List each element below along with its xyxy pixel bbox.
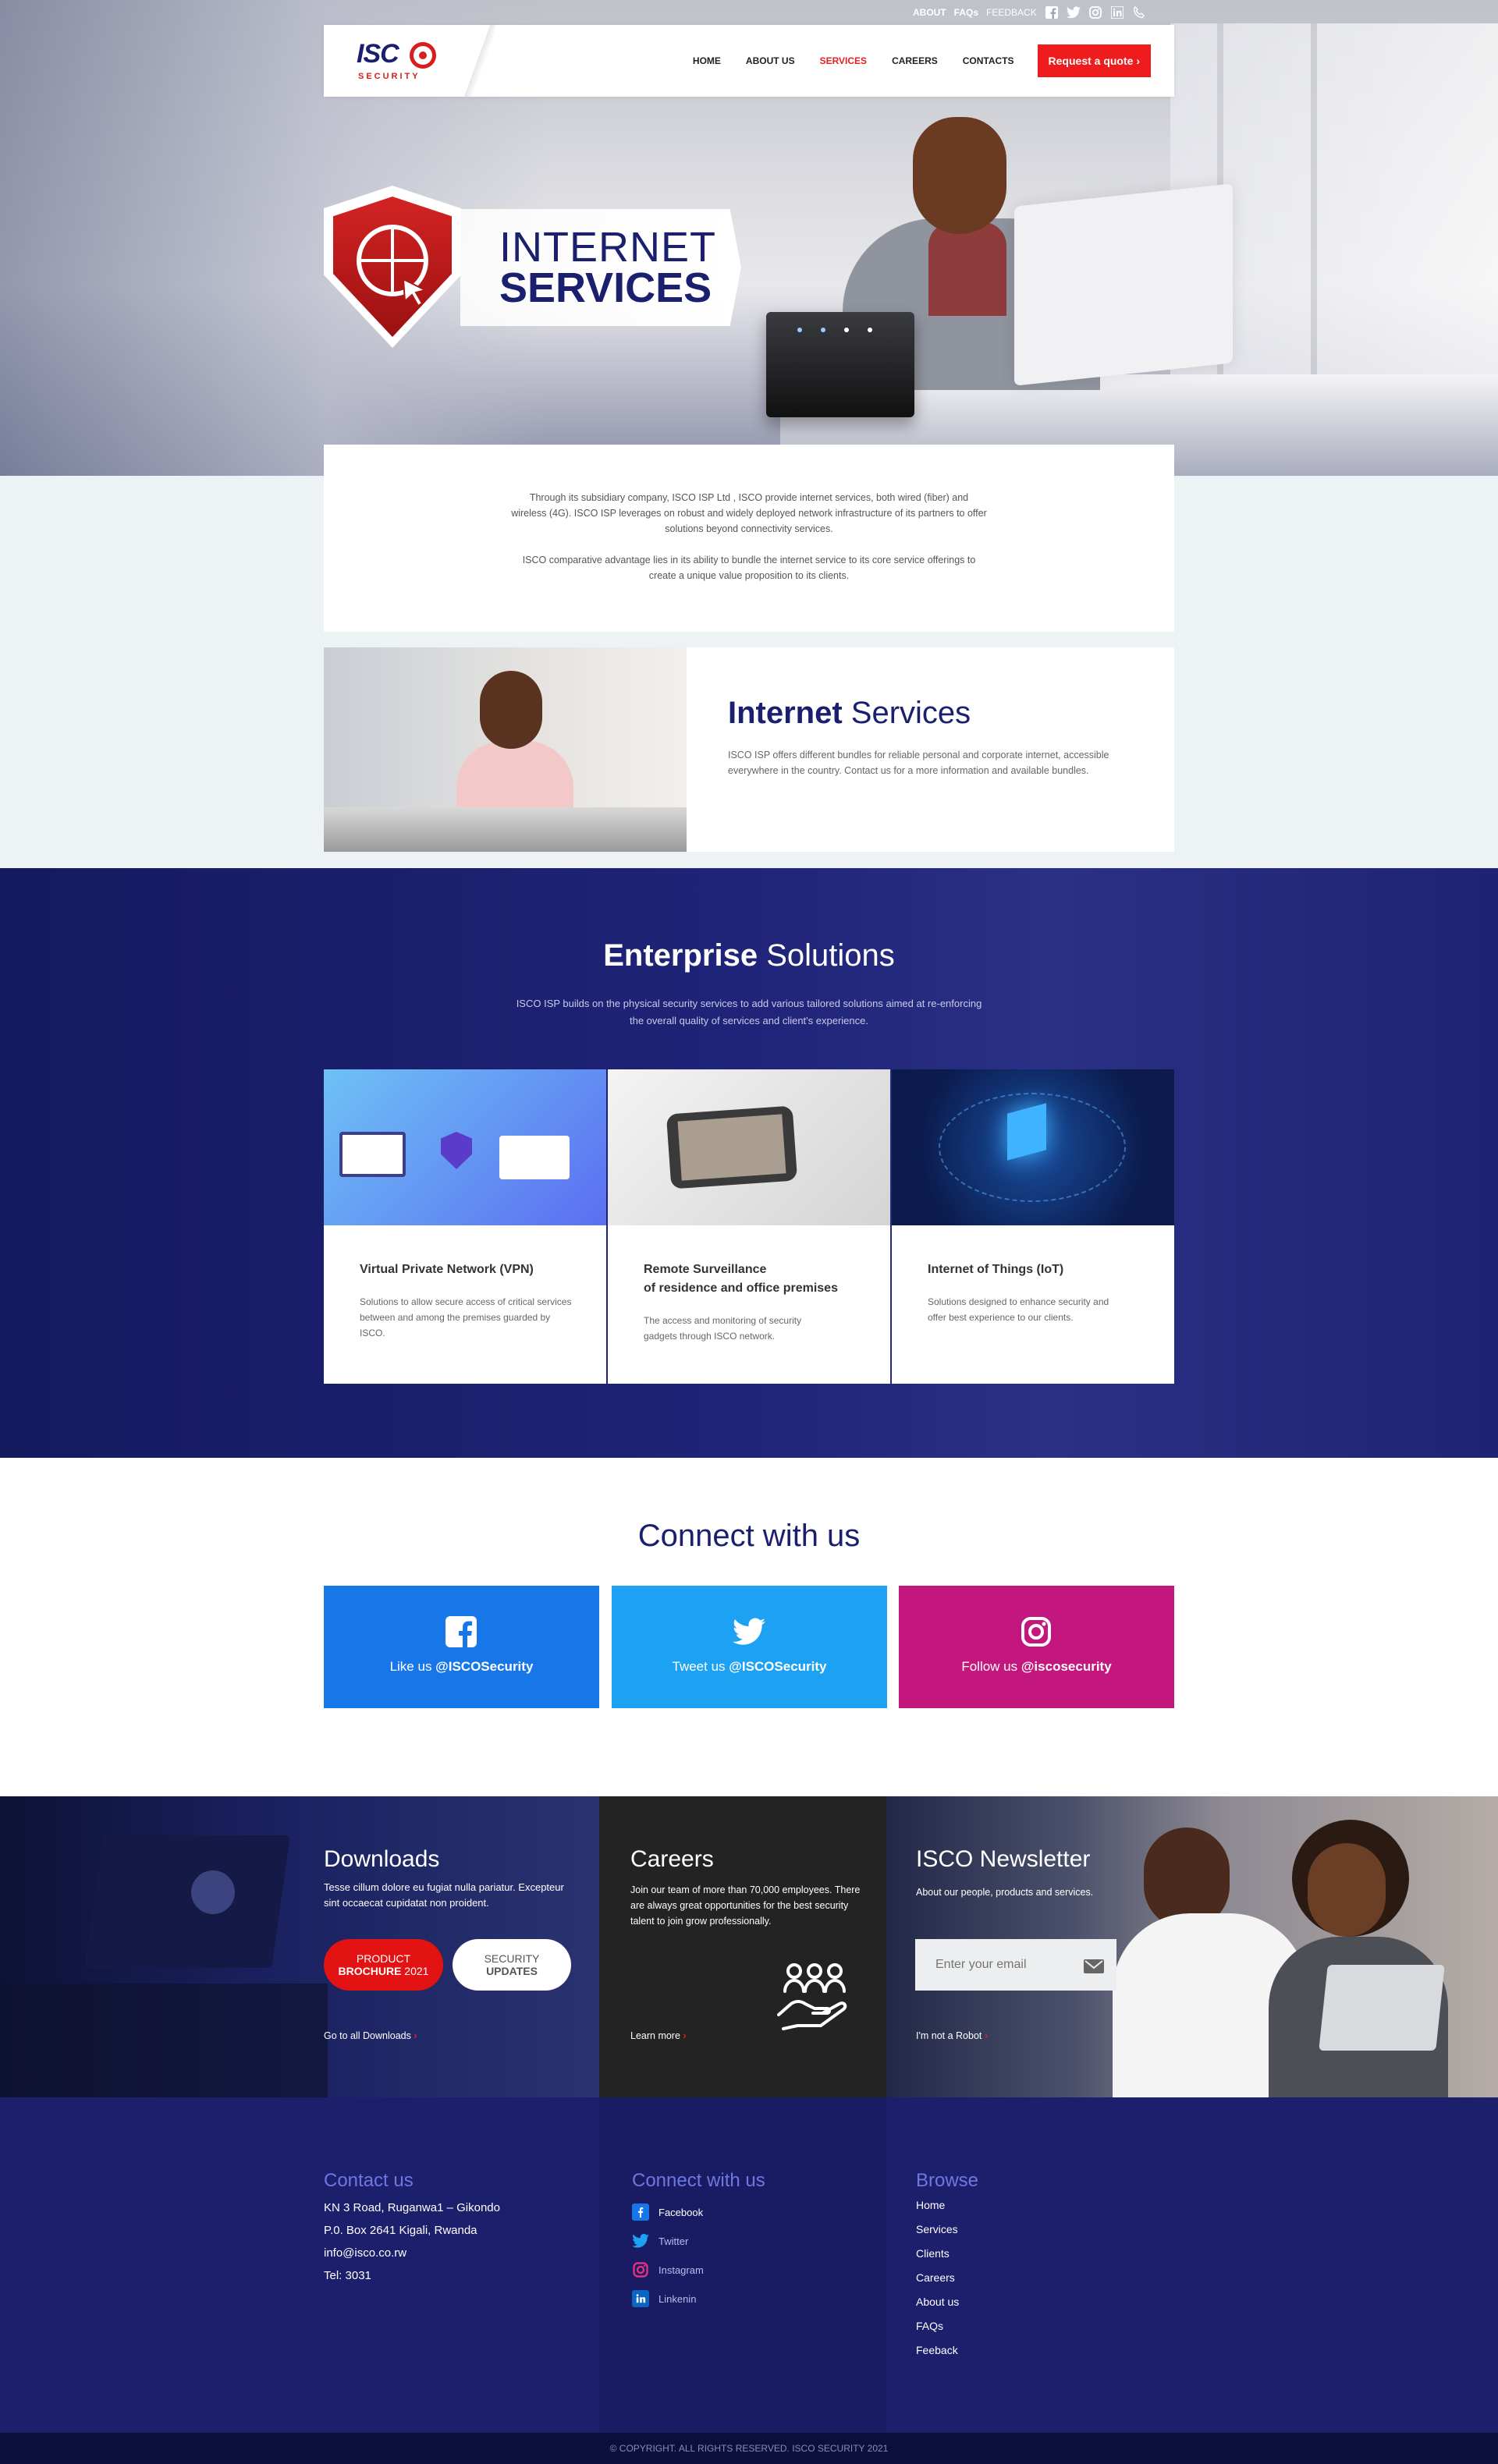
careers-learn-more-link[interactable]: Learn more xyxy=(630,2030,687,2041)
couple-photo xyxy=(1113,1812,1498,2097)
careers-panel: Careers Join our team of more than 70,00… xyxy=(599,1796,886,2097)
footer-address-line: KN 3 Road, Ruganwa1 – Gikondo xyxy=(324,2201,500,2214)
newsletter-panel: ISCO Newsletter About our people, produc… xyxy=(886,1796,1498,2097)
twitter-icon xyxy=(632,2232,649,2250)
enterprise-section: Enterprise Solutions ISCO ISP builds on … xyxy=(0,868,1498,1458)
utility-bar: ABOUT FAQs FEEDBACK xyxy=(913,5,1146,20)
topbar-faqs-link[interactable]: FAQs xyxy=(954,7,978,18)
footer-email-link[interactable]: info@isco.co.rw xyxy=(324,2242,406,2264)
facebook-icon xyxy=(632,2203,649,2221)
footer-twitter-link[interactable]: Twitter xyxy=(632,2232,688,2250)
footer-link-faqs[interactable]: FAQs xyxy=(916,2315,943,2338)
not-a-robot-link[interactable]: I'm not a Robot xyxy=(916,2030,988,2041)
linkedin-icon xyxy=(632,2290,649,2307)
surveillance-phone-image xyxy=(608,1069,890,1225)
linkedin-icon[interactable] xyxy=(1110,5,1124,19)
nav-careers[interactable]: CAREERS xyxy=(879,55,950,66)
facebook-tile[interactable]: Like us @ISCOSecurity xyxy=(324,1586,599,1708)
laptop-image xyxy=(1014,183,1233,386)
security-updates-button[interactable]: SECURITY UPDATES xyxy=(453,1939,571,1991)
twitter-icon xyxy=(733,1618,765,1645)
phone-icon[interactable] xyxy=(1132,5,1146,19)
woman-with-phone-photo xyxy=(324,647,687,852)
nav-home[interactable]: HOME xyxy=(680,55,733,66)
newsletter-title: ISCO Newsletter xyxy=(916,1846,1091,1872)
iot-card[interactable]: Internet of Things (IoT) Solutions desig… xyxy=(892,1069,1174,1384)
router-image xyxy=(766,312,914,417)
email-input[interactable] xyxy=(915,1939,1071,1991)
footer-link-clients[interactable]: Clients xyxy=(916,2242,950,2265)
careers-title: Careers xyxy=(630,1846,714,1872)
bottom-panels: Downloads Tesse cillum dolore eu fugiat … xyxy=(0,1796,1498,2097)
surveillance-card-text: The access and monitoring of security ga… xyxy=(644,1315,802,1342)
careers-text: Join our team of more than 70,000 employ… xyxy=(630,1884,861,1927)
footer-connect-title: Connect with us xyxy=(632,2170,765,2191)
topbar-about-link[interactable]: ABOUT xyxy=(913,7,946,18)
facebook-icon[interactable] xyxy=(1045,5,1059,19)
enterprise-cards: Virtual Private Network (VPN) Solutions … xyxy=(324,1069,1174,1384)
iot-card-title: Internet of Things (IoT) xyxy=(928,1263,1064,1276)
remote-surveillance-card[interactable]: Remote Surveillance of residence and offi… xyxy=(608,1069,890,1384)
instagram-icon xyxy=(1021,1617,1051,1647)
request-quote-button[interactable]: Request a quote › xyxy=(1037,44,1151,77)
hero-title: INTERNET SERVICES xyxy=(460,209,741,326)
footer-instagram-link[interactable]: Instagram xyxy=(632,2261,704,2278)
instagram-tile[interactable]: Follow us @iscosecurity xyxy=(899,1586,1174,1708)
footer-link-careers[interactable]: Careers xyxy=(916,2267,955,2289)
intro-paragraph-2: ISCO comparative advantage lies in its a… xyxy=(522,555,976,581)
site-footer: Contact us KN 3 Road, Ruganwa1 – Gikondo… xyxy=(0,2097,1498,2433)
hand-with-people-icon xyxy=(777,1963,847,2030)
internet-services-section: Internet Services ISCO ISP offers differ… xyxy=(324,647,1174,852)
vpn-illustration xyxy=(324,1069,606,1225)
connect-title: Connect with us xyxy=(637,1519,861,1553)
iot-illustration xyxy=(892,1069,1174,1225)
internet-shield-badge xyxy=(324,186,464,349)
downloads-title: Downloads xyxy=(324,1846,440,1872)
internet-services-title: Internet Services xyxy=(728,696,971,730)
vpn-card-text: Solutions to allow secure access of crit… xyxy=(360,1296,572,1338)
main-nav: HOME ABOUT US SERVICES CAREERS CONTACTS … xyxy=(680,44,1151,77)
intro-paragraph-1: Through its subsidiary company, ISCO ISP… xyxy=(511,492,987,534)
logo-target-icon xyxy=(410,42,436,69)
footer-contact-title: Contact us xyxy=(324,2170,414,2191)
facebook-icon xyxy=(445,1616,477,1648)
footer-pobox-line: P.0. Box 2641 Kigali, Rwanda xyxy=(324,2224,477,2237)
enterprise-title: Enterprise Solutions xyxy=(603,938,895,973)
all-downloads-link[interactable]: Go to all Downloads xyxy=(324,2030,417,2041)
twitter-tile[interactable]: Tweet us @ISCOSecurity xyxy=(612,1586,887,1708)
surveillance-card-title: Remote Surveillance of residence and offi… xyxy=(644,1263,838,1295)
nav-about-us[interactable]: ABOUT US xyxy=(733,55,808,66)
vpn-card[interactable]: Virtual Private Network (VPN) Solutions … xyxy=(324,1069,606,1384)
instagram-icon xyxy=(632,2261,649,2278)
downloads-panel: Downloads Tesse cillum dolore eu fugiat … xyxy=(0,1796,599,2097)
topbar-feedback-link[interactable]: FEEDBACK xyxy=(986,7,1037,18)
footer-link-about-us[interactable]: About us xyxy=(916,2291,959,2313)
footer-browse-title: Browse xyxy=(916,2170,979,2191)
enterprise-subtitle: ISCO ISP builds on the physical security… xyxy=(516,998,982,1026)
email-field[interactable] xyxy=(915,1939,1116,1991)
downloads-text: Tesse cillum dolore eu fugiat nulla pari… xyxy=(324,1881,564,1909)
footer-link-services[interactable]: Services xyxy=(916,2218,958,2241)
vpn-card-title: Virtual Private Network (VPN) xyxy=(360,1263,534,1276)
twitter-icon[interactable] xyxy=(1066,5,1081,19)
footer-tel-line: Tel: 3031 xyxy=(324,2269,371,2282)
footer-facebook-link[interactable]: Facebook xyxy=(632,2203,703,2221)
internet-services-text: ISCO ISP offers different bundles for re… xyxy=(728,750,1109,776)
product-brochure-button[interactable]: PRODUCT BROCHURE 2021 xyxy=(324,1939,443,1991)
isco-logo[interactable]: ISC SECURITY xyxy=(355,37,449,84)
envelope-icon[interactable] xyxy=(1084,1959,1104,1973)
copyright-bar: © COPYRIGHT. ALL RIGHTS RESERVED. ISCO S… xyxy=(0,2433,1498,2464)
nav-services[interactable]: SERVICES xyxy=(808,55,879,66)
intro-panel: Through its subsidiary company, ISCO ISP… xyxy=(324,445,1174,632)
newsletter-text: About our people, products and services. xyxy=(916,1887,1094,1898)
iot-card-text: Solutions designed to enhance security a… xyxy=(928,1296,1109,1323)
footer-link-feedback[interactable]: Feeback xyxy=(916,2339,958,2362)
instagram-icon[interactable] xyxy=(1088,5,1102,19)
footer-linkedin-link[interactable]: Linkenin xyxy=(632,2290,696,2307)
nav-contacts[interactable]: CONTACTS xyxy=(950,55,1027,66)
footer-link-home[interactable]: Home xyxy=(916,2194,945,2217)
main-header: ISC SECURITY HOME ABOUT US SERVICES CARE… xyxy=(324,25,1174,97)
